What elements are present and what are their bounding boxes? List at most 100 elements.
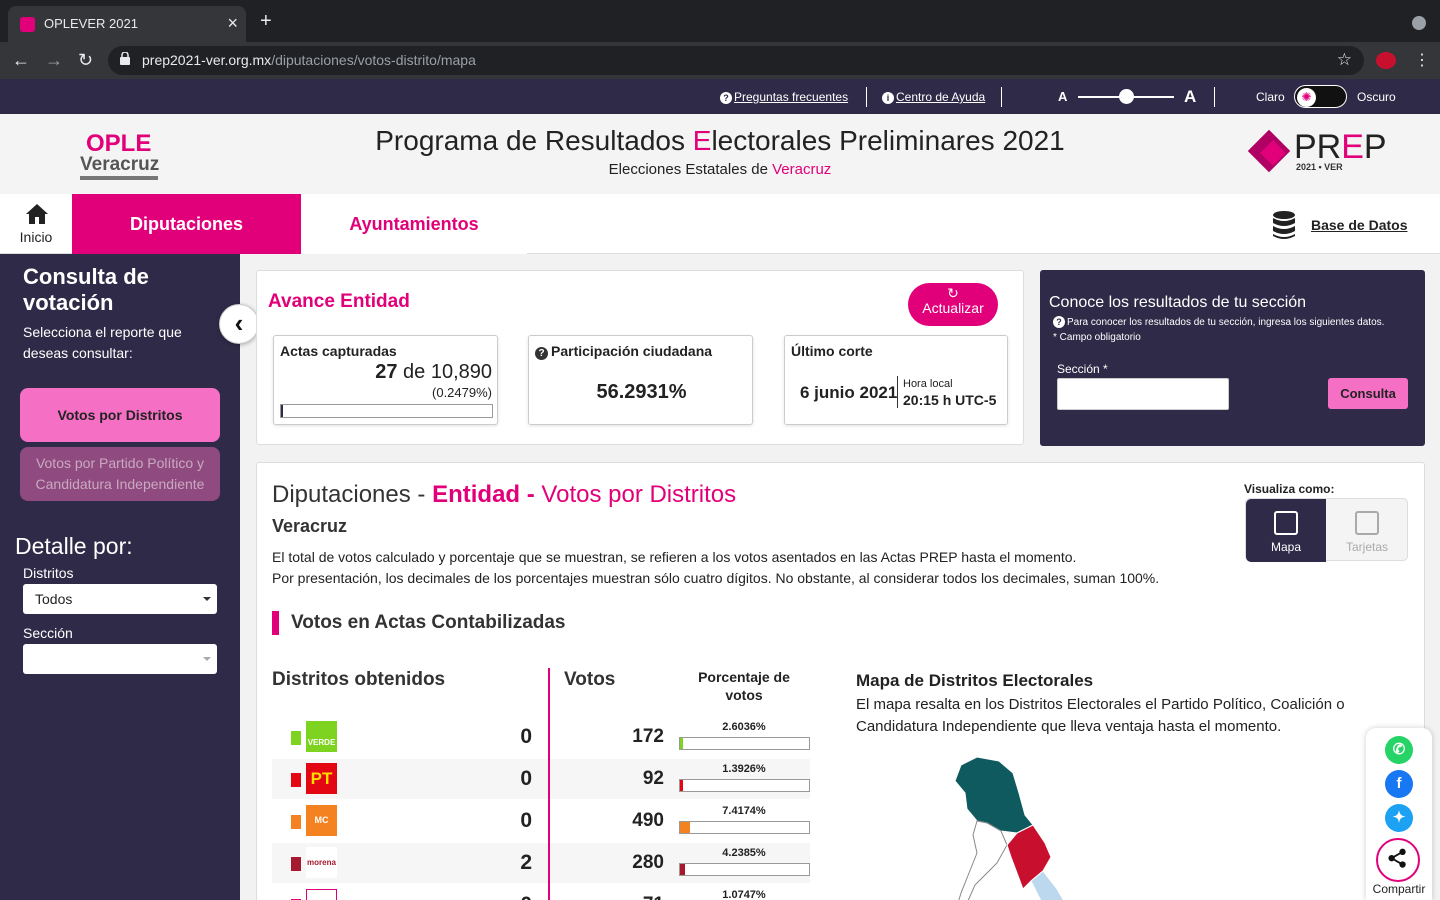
browser-toolbar: ← → ↻ prep2021-ver.org.mx/diputaciones/v…	[0, 42, 1440, 79]
party-color-swatch	[291, 773, 301, 787]
map-icon	[1274, 511, 1298, 535]
seccion-label: Sección	[23, 625, 73, 641]
address-bar[interactable]: prep2021-ver.org.mx/diputaciones/votos-d…	[108, 46, 1364, 75]
table-row: MC 0 490 7.4174%	[272, 801, 810, 841]
percent-bar	[679, 863, 810, 876]
page-title: Programa de Resultados Electorales Preli…	[375, 125, 1065, 156]
theme-toggle[interactable]: ✺	[1294, 85, 1347, 108]
table-row: PES 0 71 1.0747%	[272, 885, 810, 900]
report-votos-partido-button[interactable]: Votos por Partido Político y Candidatura…	[20, 447, 220, 501]
tab-ayuntamientos[interactable]: Ayuntamientos	[301, 194, 527, 254]
consulta-button[interactable]: Consulta	[1328, 378, 1408, 409]
votes-value: 280	[632, 852, 664, 873]
districts-value: 0	[520, 767, 532, 790]
theme-dark-label: Oscuro	[1357, 90, 1396, 104]
question-icon: ?	[1053, 316, 1065, 328]
seccion-title: Conoce los resultados de tu sección	[1049, 294, 1307, 311]
party-color-swatch	[291, 815, 301, 829]
percent-value: 1.0747%	[722, 889, 766, 900]
visualize-label: Visualiza como:	[1244, 482, 1335, 496]
sidebar: Consulta de votación Selecciona el repor…	[0, 254, 240, 900]
party-logo: PES	[306, 889, 337, 900]
party-logo: PT	[306, 763, 337, 794]
chevron-left-icon: ‹	[234, 308, 244, 338]
font-size-slider-handle[interactable]	[1119, 89, 1134, 104]
bookmark-star-icon[interactable]: ☆	[1337, 50, 1352, 70]
seccion-field-label: Sección *	[1057, 362, 1108, 376]
seccion-lookup-card: Conoce los resultados de tu sección ? Par…	[1040, 270, 1425, 446]
avance-entidad-card: Avance Entidad ↻ Actualizar Actas captur…	[256, 270, 1024, 445]
sidebar-title: Consulta de votación	[23, 264, 149, 315]
report-votos-distritos-button[interactable]: Votos por Distritos	[20, 388, 220, 442]
votes-value: 172	[632, 726, 664, 747]
tab-diputaciones[interactable]: Diputaciones	[72, 194, 301, 254]
close-tab-icon[interactable]: ×	[227, 13, 238, 34]
party-logo: MC	[306, 805, 337, 836]
facebook-icon[interactable]: f	[1385, 770, 1413, 798]
column-divider	[548, 668, 550, 900]
browser-tabbar: OPLEVER 2021 × +	[0, 0, 1440, 42]
districts-value: 0	[520, 809, 532, 832]
faq-link[interactable]: ? Preguntas frecuentes	[720, 90, 848, 104]
whatsapp-icon[interactable]: ✆	[1385, 736, 1413, 764]
districts-value: 0	[472, 893, 532, 900]
forward-icon[interactable]: →	[45, 50, 63, 71]
map-title: Mapa de Distritos Electorales	[856, 671, 1094, 690]
table-row: PT 0 92 1.3926%	[272, 759, 810, 799]
votes-value: 490	[632, 810, 664, 831]
chevron-down-icon	[203, 597, 211, 601]
share-icon[interactable]	[1376, 838, 1420, 882]
detail-heading: Detalle por:	[15, 533, 133, 559]
database-link[interactable]: Base de Datos	[1311, 217, 1407, 233]
percent-bar-fill	[680, 780, 683, 791]
url-host: prep2021-ver.org.mx	[142, 52, 272, 68]
nav-home[interactable]: Inicio	[0, 194, 72, 254]
participacion-stat: ? Participación ciudadana 56.2931%	[528, 335, 753, 425]
chevron-down-icon	[203, 657, 211, 661]
browser-tab[interactable]: OPLEVER 2021 ×	[8, 6, 246, 42]
new-tab-icon[interactable]: +	[260, 10, 272, 33]
view-map-button[interactable]: Mapa	[1246, 499, 1326, 562]
site-favicon-icon	[20, 17, 35, 32]
prep-logo: PREP 2021 • VER	[1247, 128, 1400, 178]
refresh-button[interactable]: ↻ Actualizar	[908, 283, 998, 326]
actas-progress-bar	[280, 404, 493, 418]
view-cards-button[interactable]: Tarjetas	[1326, 499, 1408, 562]
help-center-link[interactable]: i Centro de Ayuda	[882, 90, 985, 104]
party-logo: morena	[306, 847, 337, 878]
share-rail: ✆ f ✦ Compartir	[1366, 728, 1432, 900]
distritos-label: Distritos	[23, 565, 74, 581]
table-row: morena 2 280 4.2385%	[272, 843, 810, 883]
extension-icon[interactable]	[1376, 52, 1396, 69]
seccion-select[interactable]	[23, 644, 217, 674]
question-icon: ?	[720, 92, 732, 104]
ultimo-corte-stat: Último corte 6 junio 2021 Hora local 20:…	[784, 335, 1008, 425]
percent-value: 2.6036%	[722, 721, 766, 733]
lock-icon	[120, 52, 130, 65]
database-icon[interactable]	[1272, 210, 1296, 240]
twitter-icon[interactable]: ✦	[1385, 804, 1413, 832]
party-color-swatch	[291, 731, 301, 745]
percent-value: 4.2385%	[722, 847, 766, 859]
reload-icon[interactable]: ↻	[78, 50, 93, 71]
visualize-toggle: Mapa Tarjetas	[1245, 498, 1408, 562]
refresh-icon: ↻	[947, 285, 959, 301]
question-icon[interactable]: ?	[535, 347, 548, 360]
percent-bar-fill	[680, 864, 686, 875]
browser-menu-icon[interactable]: ⋮	[1414, 50, 1430, 70]
theme-light-label: Claro	[1256, 90, 1285, 104]
divider	[1001, 87, 1002, 107]
tab-search-icon[interactable]	[1412, 16, 1426, 30]
back-icon[interactable]: ←	[12, 50, 30, 71]
votes-value: 92	[642, 768, 664, 789]
collapse-sidebar-button[interactable]: ‹	[219, 304, 259, 344]
percent-bar-fill	[680, 738, 684, 749]
distritos-select[interactable]: Todos	[23, 584, 217, 614]
districts-value: 2	[520, 851, 532, 874]
divider	[1214, 87, 1215, 107]
district-map[interactable]	[947, 753, 1087, 900]
seccion-input[interactable]	[1057, 378, 1229, 410]
page-subtitle: Elecciones Estatales de Veracruz	[608, 161, 832, 178]
site-header: OPLE Veracruz Programa de Resultados Ele…	[0, 114, 1440, 194]
table-row: VERDE 0 172 2.6036%	[272, 717, 810, 757]
